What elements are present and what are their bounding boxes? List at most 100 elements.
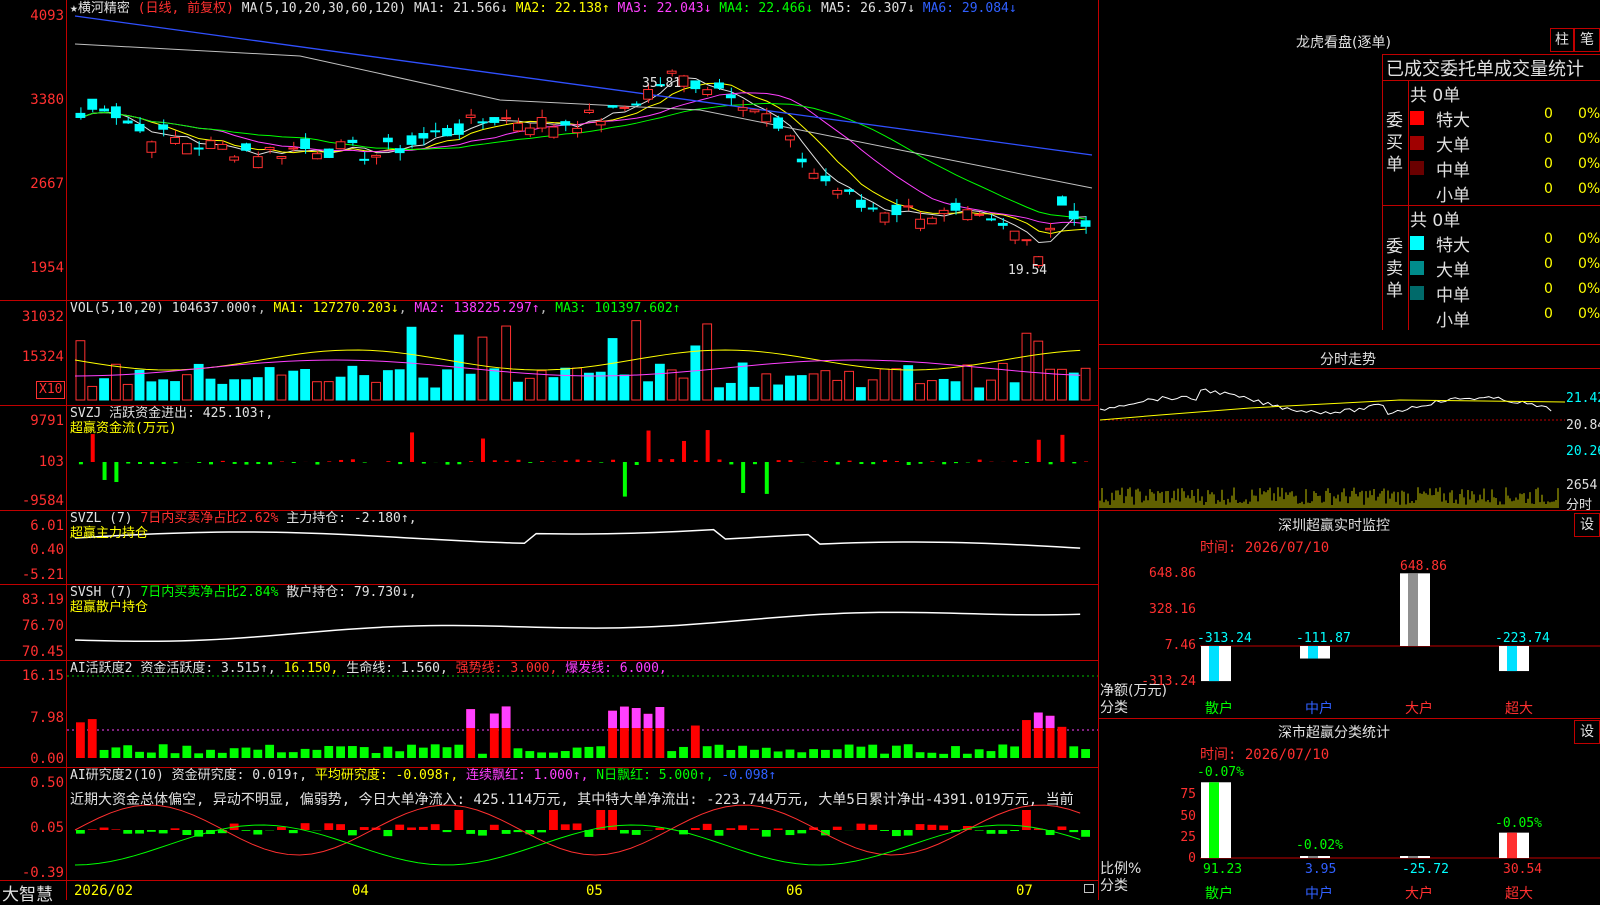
fund-flow-bar	[871, 462, 875, 464]
sell-orders-label: 委卖单	[1386, 236, 1406, 302]
research-bar	[691, 828, 700, 830]
research-bar	[76, 830, 85, 834]
sell-row-name: 大单	[1436, 256, 1470, 281]
activity-bar	[218, 753, 227, 758]
volume-bar	[230, 380, 239, 400]
buy-row: 特大00%	[1410, 106, 1600, 130]
volume-bar	[549, 378, 558, 400]
bar-value-label: 3.95	[1305, 862, 1336, 877]
candle	[407, 136, 416, 144]
volume-bar	[194, 364, 203, 400]
date-axis-label: 04	[352, 883, 369, 899]
candle	[987, 219, 996, 220]
volume-bar	[135, 370, 144, 400]
volume-bar	[939, 379, 948, 400]
research-bar	[502, 830, 511, 834]
research-bar	[549, 810, 558, 830]
research-bar	[916, 824, 925, 830]
research-bar	[715, 830, 724, 836]
sell-row-name: 小单	[1436, 306, 1470, 331]
sz-class-title: 深市超赢分类统计	[1278, 722, 1390, 742]
ai-active-value: 资金活跃度: 3.515↑,	[140, 661, 275, 676]
activity-bar	[691, 726, 700, 758]
volume-bar	[478, 337, 487, 400]
fund-flow-bar	[1049, 462, 1053, 464]
category-label: 大户	[1405, 700, 1433, 717]
divider	[1382, 54, 1383, 330]
volume-bar	[1069, 373, 1078, 400]
activity-bar	[514, 748, 523, 758]
y-tick: 3380	[0, 93, 64, 107]
fund-flow-bar	[327, 461, 331, 462]
research-bar	[797, 830, 806, 833]
y-tick: -9584	[0, 494, 64, 508]
research-bar	[466, 830, 475, 834]
research-bar	[975, 830, 984, 831]
activity-bar	[585, 747, 594, 758]
buy-row-name: 中单	[1436, 156, 1470, 181]
research-bar	[301, 823, 310, 830]
fund-flow-bar	[209, 462, 213, 464]
svsh-title: SVSH (7)	[70, 585, 133, 600]
y-tick: 2667	[0, 177, 64, 191]
bar-change-label: -0.07%	[1197, 765, 1244, 780]
research-bar	[147, 830, 156, 832]
y-tick: 6.01	[0, 519, 64, 533]
fund-flow-bar	[197, 462, 201, 463]
ai-active-value2: 16.150,	[284, 661, 339, 676]
research-bar	[750, 829, 759, 830]
y-tick: 9791	[0, 414, 64, 428]
activity-bar	[206, 750, 215, 758]
activity-bar-top	[632, 708, 641, 728]
ai-continuous-red: 连续飘红: 1.000↑,	[466, 768, 588, 783]
date-axis-label: 06	[786, 883, 803, 899]
fund-flow-bar	[587, 461, 591, 462]
fund-flow-bar	[611, 460, 615, 462]
candle	[868, 208, 877, 209]
svzl-ratio: 7日内买卖净占比2.62%	[140, 511, 278, 526]
bar-mode-button[interactable]: 柱	[1550, 28, 1574, 52]
chart-canvas[interactable]: -313.24-111.87648.86-223.74-0.07%-0.02%-…	[0, 0, 1600, 900]
candle	[372, 155, 381, 157]
activity-bar	[904, 744, 913, 758]
fund-flow-bar	[670, 459, 674, 462]
activity-bar	[738, 746, 747, 758]
volume-bar	[88, 386, 97, 400]
stock-name[interactable]: ★横河精密	[70, 1, 130, 16]
category-label: 中户	[1305, 700, 1333, 717]
activity-bar	[301, 749, 310, 758]
volume-bar	[786, 376, 795, 400]
candle	[916, 219, 925, 228]
activity-bar	[383, 747, 392, 758]
ai-commentary: 近期大资金总体偏空, 异动不明显, 偏弱势, 今日大单净流入: 425.114万…	[70, 789, 1096, 809]
volume-bar	[987, 380, 996, 400]
research-bar	[88, 829, 97, 830]
period-tag[interactable]: (日线, 前复权)	[138, 1, 234, 16]
candle	[443, 129, 452, 136]
sz-class-settings-button[interactable]: 设	[1574, 720, 1600, 744]
fund-flow-bar	[126, 462, 130, 464]
fund-flow-bar	[398, 462, 402, 464]
candle	[466, 115, 475, 117]
research-bar	[726, 828, 735, 830]
sz-monitor-settings-button[interactable]: 设	[1574, 513, 1600, 537]
research-bar	[123, 830, 132, 834]
pen-mode-button[interactable]: 笔	[1574, 28, 1600, 52]
activity-bar	[821, 750, 830, 758]
candle	[454, 124, 463, 134]
high-price-label: 35.81	[642, 76, 681, 91]
research-bar	[419, 827, 428, 830]
volume-bar	[1081, 368, 1090, 400]
lock-icon[interactable]	[1084, 884, 1094, 893]
research-bar	[253, 830, 262, 835]
volume-bar	[644, 382, 653, 400]
volume-ma	[75, 350, 1080, 370]
buy-row-name: 特大	[1436, 106, 1470, 131]
ai-research-average: 平均研究度: -0.098↑,	[315, 768, 458, 783]
category-label: 大户	[1405, 885, 1433, 900]
activity-bar	[975, 749, 984, 758]
candle	[703, 90, 712, 95]
fund-flow-bar	[706, 430, 710, 462]
y-tick: 31032	[0, 310, 64, 324]
candle	[880, 213, 889, 222]
